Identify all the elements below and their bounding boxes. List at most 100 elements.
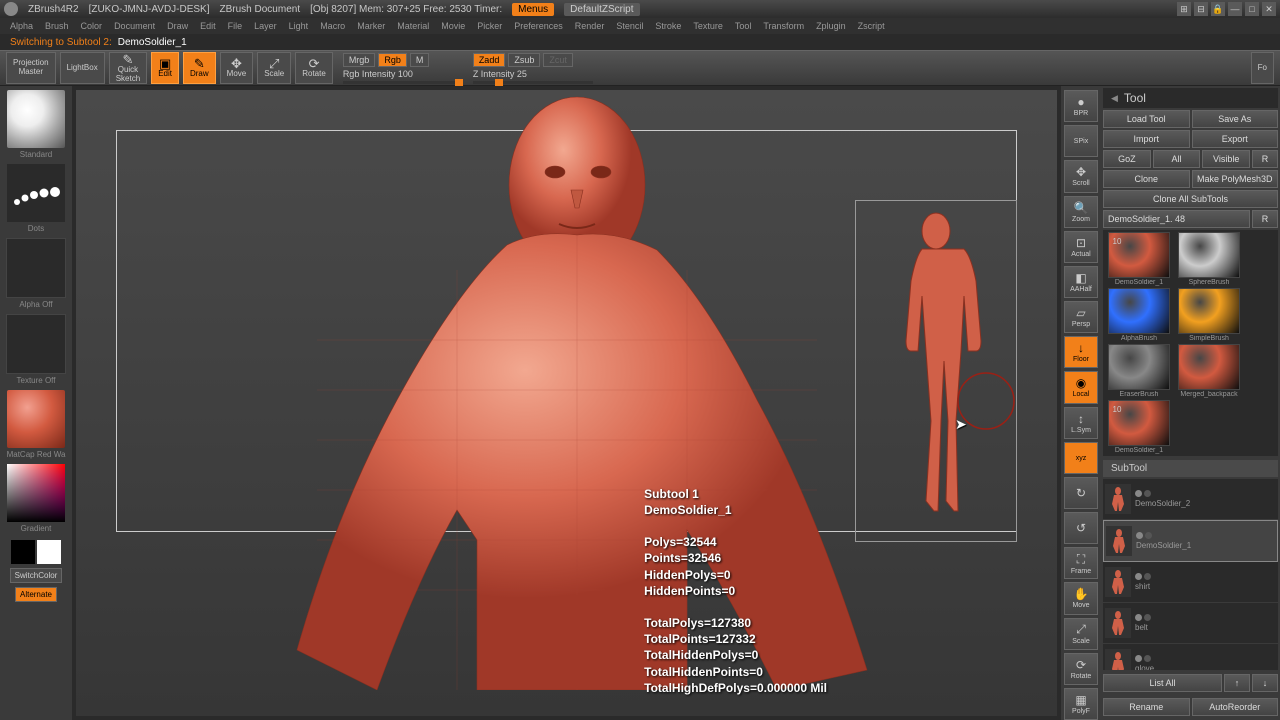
tool-spherebrush[interactable]: SphereBrush (1175, 232, 1243, 286)
brush-thumb[interactable] (7, 90, 65, 148)
subtool-glove[interactable]: glove (1103, 644, 1278, 670)
import-button[interactable]: Import (1103, 130, 1190, 148)
vtool-zoom[interactable]: 🔍Zoom (1064, 196, 1098, 228)
vtool-move[interactable]: ✋Move (1064, 582, 1098, 614)
menu-movie[interactable]: Movie (441, 21, 465, 31)
up-icon[interactable]: ↑ (1224, 674, 1250, 692)
zsub-button[interactable]: Zsub (508, 53, 540, 67)
tool-demosoldier_1[interactable]: 10DemoSoldier_1 (1105, 232, 1173, 286)
texture-thumb[interactable] (6, 314, 66, 374)
rgb-button[interactable]: Rgb (378, 53, 407, 67)
clone-button[interactable]: Clone (1103, 170, 1190, 188)
subtool-shirt[interactable]: shirt (1103, 562, 1278, 603)
projection-master-button[interactable]: Projection Master (6, 52, 56, 84)
menu-edit[interactable]: Edit (200, 21, 216, 31)
close-icon[interactable]: ✕ (1262, 2, 1276, 16)
menu-draw[interactable]: Draw (167, 21, 188, 31)
visible-button[interactable]: Visible (1202, 150, 1250, 168)
layout2-icon[interactable]: ⊟ (1194, 2, 1208, 16)
menu-brush[interactable]: Brush (45, 21, 69, 31)
vtool-polyf[interactable]: ▦PolyF (1064, 688, 1098, 720)
menu-color[interactable]: Color (81, 21, 103, 31)
quick-sketch-button[interactable]: ✎Quick Sketch (109, 52, 147, 84)
menu-zscript[interactable]: Zscript (858, 21, 885, 31)
vtool-↺[interactable]: ↺ (1064, 512, 1098, 544)
swatch-black[interactable] (11, 540, 35, 564)
alternate-button[interactable]: Alternate (15, 587, 57, 602)
menu-material[interactable]: Material (397, 21, 429, 31)
tool-panel-title[interactable]: Tool (1103, 88, 1278, 108)
menu-render[interactable]: Render (575, 21, 605, 31)
tool-merged_backpack[interactable]: Merged_backpack (1175, 344, 1243, 398)
menu-macro[interactable]: Macro (320, 21, 345, 31)
vtool-floor[interactable]: ↓Floor (1064, 336, 1098, 368)
vtool-spix[interactable]: SPix (1064, 125, 1098, 157)
tool-simplebrush[interactable]: SimpleBrush (1175, 288, 1243, 342)
menu-marker[interactable]: Marker (357, 21, 385, 31)
menu-light[interactable]: Light (289, 21, 309, 31)
default-zscript-button[interactable]: DefaultZScript (564, 3, 639, 16)
autoreorder-button[interactable]: AutoReorder (1192, 698, 1279, 716)
load-tool-button[interactable]: Load Tool (1103, 110, 1190, 128)
menu-layer[interactable]: Layer (254, 21, 277, 31)
zcut-button[interactable]: Zcut (543, 53, 573, 67)
vtool-frame[interactable]: ⛶Frame (1064, 547, 1098, 579)
menus-button[interactable]: Menus (512, 3, 554, 16)
menu-texture[interactable]: Texture (693, 21, 723, 31)
vtool-xyz[interactable]: xyz (1064, 442, 1098, 474)
list-all-button[interactable]: List All (1103, 674, 1222, 692)
vtool-persp[interactable]: ▱Persp (1064, 301, 1098, 333)
vtool-actual[interactable]: ⊡Actual (1064, 231, 1098, 263)
m-button[interactable]: M (410, 53, 430, 67)
menu-alpha[interactable]: Alpha (10, 21, 33, 31)
viewport[interactable]: Subtool 1DemoSoldier_1 Polys=32544Points… (76, 90, 1057, 716)
vtool-rotate[interactable]: ⟳Rotate (1064, 653, 1098, 685)
subtool-belt[interactable]: belt (1103, 603, 1278, 644)
move-button[interactable]: ✥Move (220, 52, 254, 84)
scale-button[interactable]: ⤢Scale (257, 52, 291, 84)
menu-stroke[interactable]: Stroke (655, 21, 681, 31)
tool-alphabrush[interactable]: AlphaBrush (1105, 288, 1173, 342)
layout-icon[interactable]: ⊞ (1177, 2, 1191, 16)
menu-zplugin[interactable]: Zplugin (816, 21, 846, 31)
mrgb-button[interactable]: Mrgb (343, 53, 376, 67)
focal-button[interactable]: Fo (1251, 52, 1274, 84)
rename-button[interactable]: Rename (1103, 698, 1190, 716)
lock-icon[interactable]: 🔒 (1211, 2, 1225, 16)
subtool-demosoldier_1[interactable]: DemoSoldier_1 (1103, 520, 1278, 562)
color-picker[interactable] (7, 464, 65, 522)
menu-preferences[interactable]: Preferences (514, 21, 563, 31)
menu-stencil[interactable]: Stencil (616, 21, 643, 31)
r2-button[interactable]: R (1252, 210, 1278, 228)
menu-file[interactable]: File (228, 21, 243, 31)
subtool-header[interactable]: SubTool (1103, 460, 1278, 477)
menu-tool[interactable]: Tool (735, 21, 752, 31)
edit-button[interactable]: ▣Edit (151, 52, 179, 84)
rgb-intensity-slider[interactable] (343, 81, 463, 84)
vtool-scale[interactable]: ⤢Scale (1064, 618, 1098, 650)
vtool-local[interactable]: ◉Local (1064, 371, 1098, 403)
rotate-button[interactable]: ⟳Rotate (295, 52, 333, 84)
current-tool-label[interactable]: DemoSoldier_1. 48 (1103, 210, 1250, 228)
maximize-icon[interactable]: □ (1245, 2, 1259, 16)
minimize-icon[interactable]: — (1228, 2, 1242, 16)
vtool-scroll[interactable]: ✥Scroll (1064, 160, 1098, 192)
material-thumb[interactable] (7, 390, 65, 448)
tool-eraserbrush[interactable]: EraserBrush (1105, 344, 1173, 398)
menu-document[interactable]: Document (114, 21, 155, 31)
r-button[interactable]: R (1252, 150, 1278, 168)
stroke-thumb[interactable] (7, 164, 65, 222)
menu-picker[interactable]: Picker (477, 21, 502, 31)
tool-demosoldier_1[interactable]: 10DemoSoldier_1 (1105, 400, 1173, 454)
menu-transform[interactable]: Transform (763, 21, 804, 31)
save-as-button[interactable]: Save As (1192, 110, 1279, 128)
vtool-l.sym[interactable]: ↕L.Sym (1064, 407, 1098, 439)
all-button[interactable]: All (1153, 150, 1201, 168)
make-polymesh-button[interactable]: Make PolyMesh3D (1192, 170, 1279, 188)
down-icon[interactable]: ↓ (1252, 674, 1278, 692)
switch-color-button[interactable]: SwitchColor (10, 568, 63, 583)
vtool-↻[interactable]: ↻ (1064, 477, 1098, 509)
draw-button[interactable]: ✎Draw (183, 52, 216, 84)
vtool-aahalf[interactable]: ◧AAHalf (1064, 266, 1098, 298)
swatch-white[interactable] (37, 540, 61, 564)
